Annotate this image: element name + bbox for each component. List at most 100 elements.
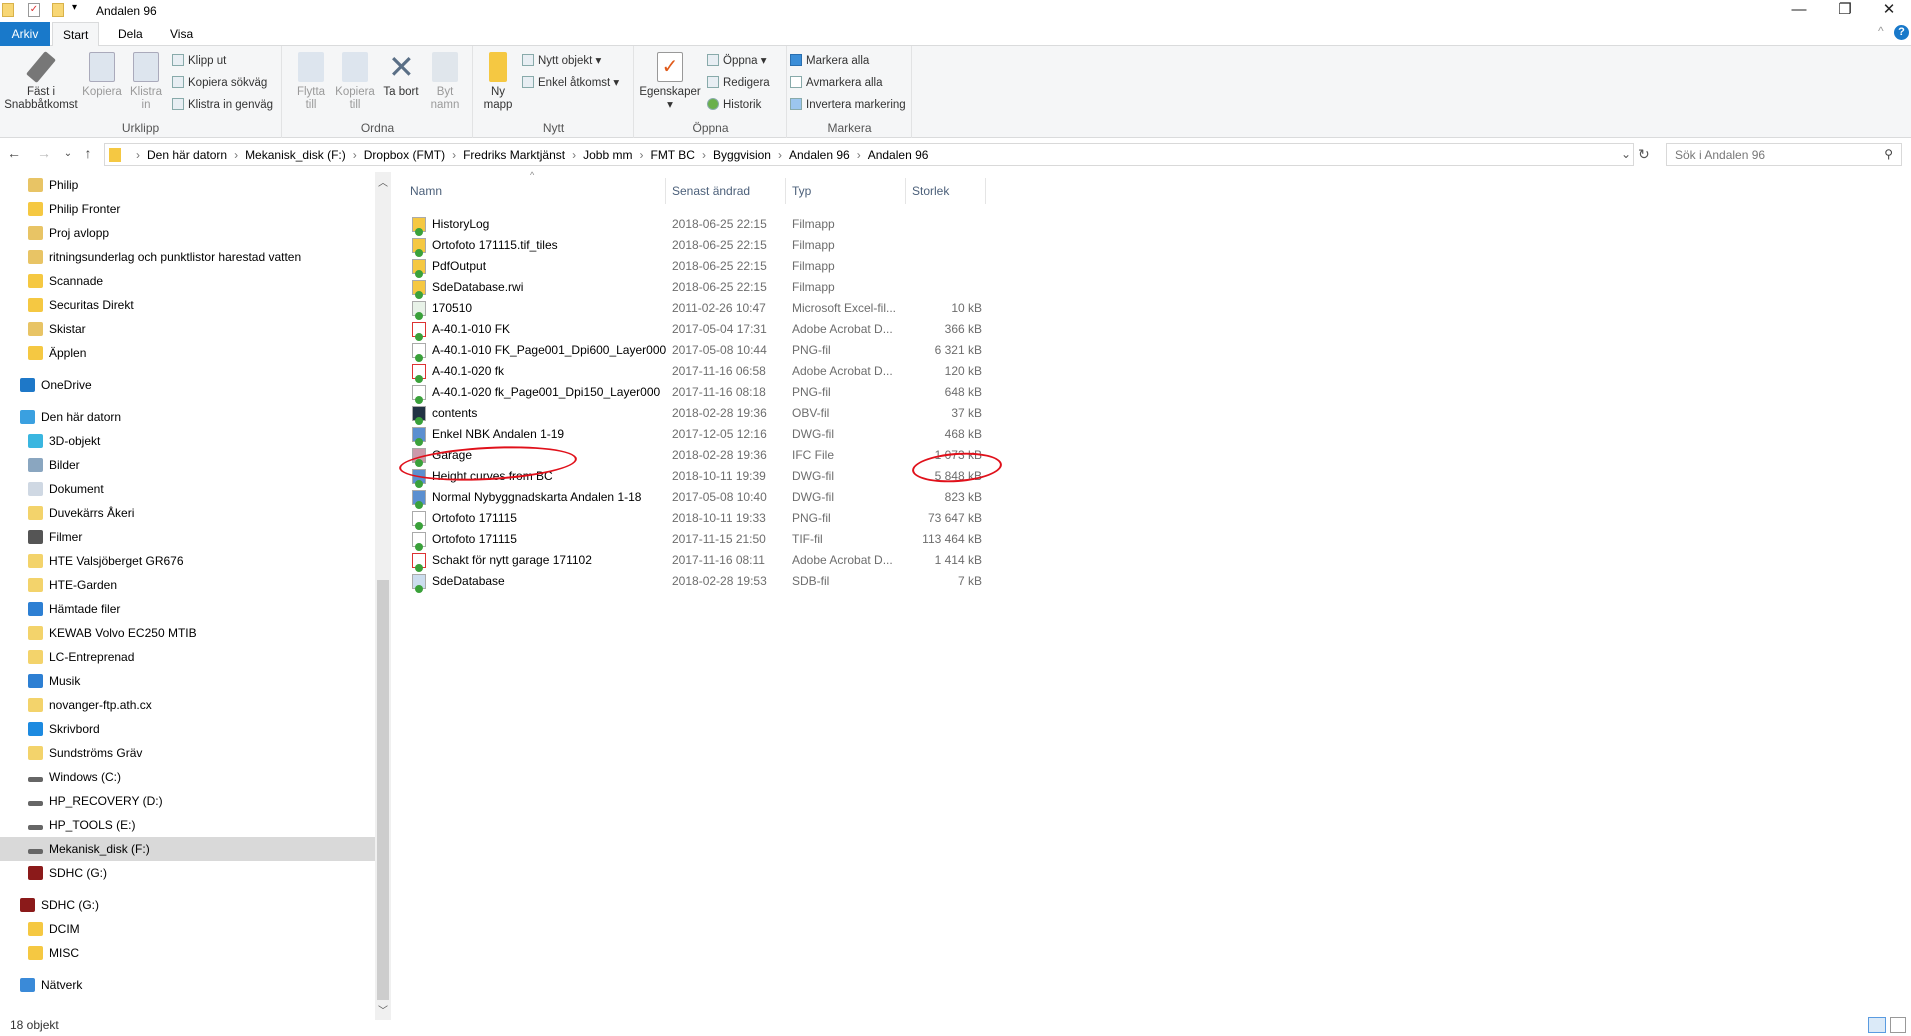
file-row[interactable]: A-40.1-020 fk 2017-11-16 06:58 Adobe Acrob… <box>408 361 1388 383</box>
nav-item[interactable]: Securitas Direkt <box>0 293 375 317</box>
nav-item[interactable]: HTE Valsjöberget GR676 <box>0 549 375 573</box>
edit-button[interactable]: Redigera <box>707 74 770 92</box>
address-dropdown-icon[interactable]: ⌄ <box>1621 147 1631 161</box>
history-button[interactable]: Historik <box>707 96 761 114</box>
details-view-icon[interactable] <box>1868 1017 1886 1033</box>
file-row[interactable]: contents 2018-02-28 19:36 OBV-fil 37 kB <box>408 403 1388 425</box>
file-row[interactable]: PdfOutput 2018-06-25 22:15 Filmapp <box>408 256 1388 278</box>
rename-button[interactable]: Byt namn <box>423 52 467 112</box>
nav-item[interactable]: Filmer <box>0 525 375 549</box>
nav-item[interactable]: Nätverk <box>0 973 375 997</box>
nav-item[interactable]: Dokument <box>0 477 375 501</box>
back-button[interactable]: ← <box>4 145 24 161</box>
collapse-ribbon-icon[interactable]: ^ <box>1878 24 1884 38</box>
nav-item[interactable]: Skrivbord <box>0 717 375 741</box>
forward-button[interactable]: → <box>34 145 54 161</box>
file-row[interactable]: Ortofoto 171115 2018-10-11 19:33 PNG-fil 73… <box>408 508 1388 530</box>
breadcrumb-item[interactable]: Byggvision <box>713 148 771 162</box>
breadcrumb-separator-icon[interactable]: › <box>353 148 357 162</box>
nav-item[interactable]: SDHC (G:) <box>0 893 375 917</box>
nav-item[interactable]: Bilder <box>0 453 375 477</box>
breadcrumb-item[interactable]: Jobb mm <box>583 148 632 162</box>
scroll-up-icon[interactable]: ︿ <box>378 174 388 189</box>
nav-item[interactable]: Hämtade filer <box>0 597 375 621</box>
copy-to-button[interactable]: Kopiera till <box>333 52 377 112</box>
maximize-button[interactable]: ❐ <box>1822 0 1868 22</box>
cut-button[interactable]: Klipp ut <box>172 52 226 70</box>
breadcrumb-item[interactable]: Fredriks Marktjänst <box>463 148 565 162</box>
pin-quick-access-button[interactable]: Fäst i Snabbåtkomst <box>2 51 80 112</box>
breadcrumb-separator-icon[interactable]: › <box>452 148 456 162</box>
select-none-button[interactable]: Avmarkera alla <box>790 74 883 92</box>
column-header-name[interactable]: Namn <box>404 178 666 204</box>
file-row[interactable]: SdeDatabase.rwi 2018-06-25 22:15 Filmapp <box>408 277 1388 299</box>
address-bar[interactable]: › Den här datorn › Mekanisk_disk (F:) › Dropb… <box>104 143 1634 166</box>
close-button[interactable]: ✕ <box>1866 0 1911 22</box>
nav-item[interactable]: Sundströms Gräv <box>0 741 375 765</box>
file-row[interactable]: A-40.1-010 FK 2017-05-04 17:31 Adobe Acrob… <box>408 319 1388 341</box>
nav-item[interactable]: Musik <box>0 669 375 693</box>
file-row[interactable]: Normal Nybyggnadskarta Andalen 1-18 2017-… <box>408 487 1388 509</box>
file-row[interactable]: Ortofoto 171115.tif_tiles 2018-06-25 22:1… <box>408 235 1388 257</box>
help-icon[interactable]: ? <box>1894 25 1909 40</box>
search-input[interactable]: Sök i Andalen 96 ⚲ <box>1666 143 1902 166</box>
tab-visa[interactable]: Visa <box>160 22 203 46</box>
large-icons-view-icon[interactable] <box>1890 1017 1906 1033</box>
nav-item[interactable]: DCIM <box>0 917 375 941</box>
nav-item[interactable]: Mekanisk_disk (F:) <box>0 837 375 861</box>
breadcrumb-separator-icon[interactable]: › <box>136 148 140 162</box>
column-header-type[interactable]: Typ <box>786 178 906 204</box>
nav-item[interactable]: Duvekärrs Åkeri <box>0 501 375 525</box>
breadcrumb-separator-icon[interactable]: › <box>639 148 643 162</box>
file-row[interactable]: A-40.1-010 FK_Page001_Dpi600_Layer000 201… <box>408 340 1388 362</box>
column-header-date[interactable]: Senast ändrad <box>666 178 786 204</box>
tab-arkiv[interactable]: Arkiv <box>0 22 50 46</box>
nav-item[interactable]: LC-Entreprenad <box>0 645 375 669</box>
invert-selection-button[interactable]: Invertera markering <box>790 96 906 114</box>
nav-item[interactable]: HP_RECOVERY (D:) <box>0 789 375 813</box>
minimize-button[interactable]: — <box>1776 0 1822 22</box>
breadcrumb-item[interactable]: Andalen 96 <box>868 148 929 162</box>
file-row[interactable]: SdeDatabase 2018-02-28 19:53 SDB-fil 7 kB <box>408 571 1388 593</box>
breadcrumb-item[interactable]: FMT BC <box>650 148 694 162</box>
nav-item[interactable]: Philip <box>0 173 375 197</box>
select-all-button[interactable]: Markera alla <box>790 52 869 70</box>
refresh-icon[interactable]: ↻ <box>1638 146 1650 163</box>
scrollbar-thumb[interactable] <box>377 580 389 1000</box>
nav-item[interactable]: KEWAB Volvo EC250 MTIB <box>0 621 375 645</box>
breadcrumb-separator-icon[interactable]: › <box>857 148 861 162</box>
paste-shortcut-button[interactable]: Klistra in genväg <box>172 96 273 114</box>
breadcrumb-separator-icon[interactable]: › <box>572 148 576 162</box>
new-item-button[interactable]: Nytt objekt ▾ <box>522 52 601 70</box>
nav-item[interactable]: Skistar <box>0 317 375 341</box>
file-row[interactable]: HistoryLog 2018-06-25 22:15 Filmapp <box>408 214 1388 236</box>
file-row[interactable]: A-40.1-020 fk_Page001_Dpi150_Layer000 201… <box>408 382 1388 404</box>
file-row[interactable]: Enkel NBK Andalen 1-19 2017-12-05 12:16 DW… <box>408 424 1388 446</box>
nav-item[interactable]: OneDrive <box>0 373 375 397</box>
file-row[interactable]: 170510 2011-02-26 10:47 Microsoft Excel-fi… <box>408 298 1388 320</box>
nav-item[interactable]: Windows (C:) <box>0 765 375 789</box>
breadcrumb-item[interactable]: Den här datorn <box>147 148 227 162</box>
delete-button[interactable]: ✕ Ta bort <box>381 51 421 99</box>
column-header-size[interactable]: Storlek <box>906 178 986 204</box>
breadcrumb-item[interactable]: Andalen 96 <box>789 148 850 162</box>
recent-locations-button[interactable]: ⌄ <box>58 148 78 159</box>
nav-item[interactable]: Scannade <box>0 269 375 293</box>
nav-item[interactable]: Proj avlopp <box>0 221 375 245</box>
new-folder-button[interactable]: Ny mapp <box>482 52 514 112</box>
nav-item[interactable]: Den här datorn <box>0 405 375 429</box>
nav-item[interactable]: novanger-ftp.ath.cx <box>0 693 375 717</box>
move-to-button[interactable]: Flytta till <box>291 52 331 112</box>
copy-path-button[interactable]: Kopiera sökväg <box>172 74 267 92</box>
nav-item[interactable]: Philip Fronter <box>0 197 375 221</box>
breadcrumb-item[interactable]: Mekanisk_disk (F:) <box>245 148 346 162</box>
breadcrumb-separator-icon[interactable]: › <box>702 148 706 162</box>
nav-item[interactable]: HP_TOOLS (E:) <box>0 813 375 837</box>
nav-item[interactable]: SDHC (G:) <box>0 861 375 885</box>
file-row[interactable]: Schakt för nytt garage 171102 2017-11-16 … <box>408 550 1388 572</box>
nav-item[interactable]: MISC <box>0 941 375 965</box>
properties-button[interactable]: ✓ Egenskaper ▾ <box>639 52 701 112</box>
paste-button[interactable]: Klistra in <box>126 52 166 112</box>
breadcrumb-item[interactable]: Dropbox (FMT) <box>364 148 445 162</box>
nav-item[interactable]: HTE-Garden <box>0 573 375 597</box>
